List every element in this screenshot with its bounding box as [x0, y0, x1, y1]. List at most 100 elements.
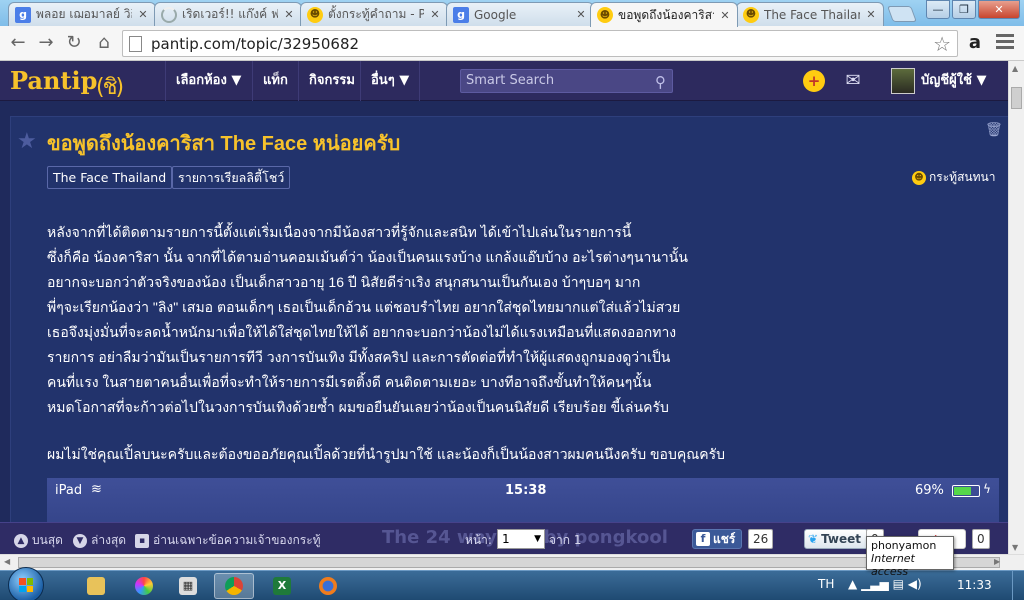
ipad-battery-percent: 69%	[915, 483, 944, 498]
minimize-button[interactable]: —	[926, 0, 950, 19]
media-taskbar-button[interactable]	[124, 573, 164, 599]
excel-icon: X	[273, 577, 291, 595]
tab-title: Google	[474, 7, 517, 22]
tag-the-face-thailand[interactable]: The Face Thailand	[47, 166, 173, 189]
owner-only-toggle[interactable]: ▪ อ่านเฉพาะข้อความเจ้าของกระทู้	[135, 531, 321, 550]
start-button[interactable]	[8, 567, 44, 600]
network-icon[interactable]: ▤	[893, 577, 904, 591]
page-select[interactable]: 1 ▼	[497, 529, 545, 549]
scroll-right-arrow-icon[interactable]: ▶	[994, 557, 1000, 566]
smart-search-input[interactable]: Smart Search ⚲	[460, 69, 673, 93]
explorer-taskbar-button[interactable]	[76, 573, 116, 599]
vertical-scrollbar[interactable]: ▲ ▼	[1008, 61, 1024, 555]
nav-tags[interactable]: แท็ก	[252, 61, 298, 101]
forward-arrow-icon[interactable]: →	[34, 32, 58, 54]
discussion-icon: ☻	[912, 170, 926, 185]
scroll-left-arrow-icon[interactable]: ◀	[4, 557, 10, 566]
page-label: หน้า:	[465, 533, 492, 547]
close-window-button[interactable]: ✕	[978, 0, 1020, 19]
new-tab-button[interactable]	[887, 6, 917, 22]
owner-only-label: อ่านเฉพาะข้อความเจ้าของกระทู้	[153, 533, 321, 547]
browser-tab[interactable]: เริดเวอร์!! แก๊งค์ ฟ ✕	[154, 2, 302, 26]
calculator-icon: ▦	[179, 577, 197, 595]
chrome-icon	[225, 577, 243, 595]
page-total: จาก 1	[549, 533, 582, 547]
chevron-down-icon: ▼	[534, 534, 541, 544]
arrow-down-icon: ▼	[73, 533, 87, 548]
trash-icon[interactable]: 🗑	[985, 122, 1003, 138]
scrollbar-thumb[interactable]	[18, 557, 1000, 568]
charging-bolt-icon: ϟ	[983, 482, 991, 496]
browser-tab[interactable]: ☻ The Face Thailan ✕	[736, 2, 884, 26]
scroll-top-label: บนสุด	[32, 533, 63, 547]
close-icon[interactable]: ✕	[865, 8, 877, 21]
avatar[interactable]	[891, 68, 915, 94]
wifi-icon: ≋	[91, 482, 102, 497]
browser-tab[interactable]: g Google ✕	[446, 2, 594, 26]
show-desktop-button[interactable]	[1012, 571, 1024, 600]
close-icon[interactable]: ✕	[283, 8, 295, 21]
battery-icon	[952, 485, 980, 497]
ipad-device-name: iPad	[55, 483, 83, 498]
arrow-up-icon: ▲	[14, 533, 28, 548]
tooltip-network-name: phonyamon	[871, 539, 937, 552]
twitter-icon: ❦	[808, 532, 819, 546]
network-tooltip: phonyamon Internet access	[866, 536, 954, 578]
folder-icon	[87, 577, 105, 595]
chrome-taskbar-button[interactable]	[214, 573, 254, 599]
scroll-top-button[interactable]: ▲ บนสุด	[14, 531, 63, 550]
excel-taskbar-button[interactable]: X	[262, 573, 302, 599]
body-line: อยากจะบอกว่าตัวจริงของน้อง เป็นเด็กสาวอา…	[47, 274, 641, 290]
nav-choose-room[interactable]: เลือกห้อง ▼	[165, 61, 251, 101]
mail-icon[interactable]: ✉	[842, 70, 864, 92]
close-icon[interactable]: ✕	[137, 8, 149, 21]
star-icon[interactable]: ★	[17, 129, 37, 154]
tweet-button[interactable]: ❦ Tweet	[804, 529, 869, 549]
firefox-icon	[319, 577, 337, 595]
firefox-taskbar-button[interactable]	[308, 573, 348, 599]
close-icon[interactable]: ✕	[575, 8, 587, 21]
pantip-favicon-icon: ☻	[307, 6, 323, 23]
browser-tab-active[interactable]: ☻ ขอพูดถึงน้องคาริสา ✕	[590, 2, 738, 27]
account-menu[interactable]: บัญชีผู้ใช้ ▼	[921, 61, 986, 101]
back-arrow-icon[interactable]: ←	[6, 32, 30, 54]
address-bar[interactable]: pantip.com/topic/32950682 ☆	[122, 30, 958, 57]
close-icon[interactable]: ✕	[429, 8, 441, 21]
scroll-up-arrow-icon[interactable]: ▲	[1012, 64, 1018, 73]
tag-reality-show[interactable]: รายการเรียลลิตี้โชว์	[172, 166, 291, 189]
volume-icon[interactable]: ◀)	[908, 577, 922, 591]
main-content: ★ 🗑 ขอพูดถึงน้องคาริสา The Face หน่อยครั…	[0, 102, 1008, 536]
site-logo[interactable]: Pantip	[10, 66, 97, 95]
facebook-share-button[interactable]: f แชร์	[692, 529, 743, 549]
topic-type-text: กระทู้สนทนา	[929, 170, 996, 184]
url-text[interactable]: pantip.com/topic/32950682	[151, 35, 359, 53]
page-icon	[129, 36, 142, 52]
window-controls: — ❐ ✕	[926, 0, 1020, 19]
language-indicator[interactable]: TH	[818, 577, 834, 591]
page-title: ขอพูดถึงน้องคาริสา The Face หน่อยครับ	[47, 133, 401, 155]
maximize-button[interactable]: ❐	[952, 0, 976, 19]
nav-more[interactable]: อื่นๆ ▼	[360, 61, 421, 101]
reload-icon[interactable]: ↻	[62, 32, 86, 54]
amazon-extension-icon[interactable]: a	[964, 32, 986, 54]
tab-title: The Face Thailan	[764, 7, 860, 22]
scroll-down-arrow-icon[interactable]: ▼	[1012, 543, 1018, 552]
signal-icon[interactable]: ▁▃▅	[861, 577, 889, 591]
home-icon[interactable]: ⌂	[92, 32, 116, 54]
tab-title: ตั้งกระทู้คำถาม - Pa	[328, 7, 424, 21]
calculator-taskbar-button[interactable]: ▦	[168, 573, 208, 599]
nav-activities[interactable]: กิจกรรม	[298, 61, 365, 101]
scroll-bottom-button[interactable]: ▼ ล่างสุด	[73, 531, 126, 550]
close-icon[interactable]: ✕	[719, 9, 731, 22]
bookmark-star-icon[interactable]: ☆	[933, 32, 951, 56]
browser-tab[interactable]: ☻ ตั้งกระทู้คำถาม - Pa ✕	[300, 2, 448, 26]
scrollbar-thumb[interactable]	[1011, 87, 1022, 109]
create-topic-icon[interactable]: +	[803, 70, 825, 92]
clock[interactable]: 11:33	[957, 578, 992, 592]
search-icon[interactable]: ⚲	[655, 71, 666, 93]
browser-tab[interactable]: g พลอย เฌอมาลย์ วิกิ ✕	[8, 2, 156, 26]
system-tray: ▲ ▁▃▅ ▤ ◀)	[848, 577, 922, 591]
google-favicon-icon: g	[15, 6, 31, 23]
tray-arrow-icon[interactable]: ▲	[848, 577, 857, 591]
menu-icon[interactable]	[996, 34, 1014, 52]
